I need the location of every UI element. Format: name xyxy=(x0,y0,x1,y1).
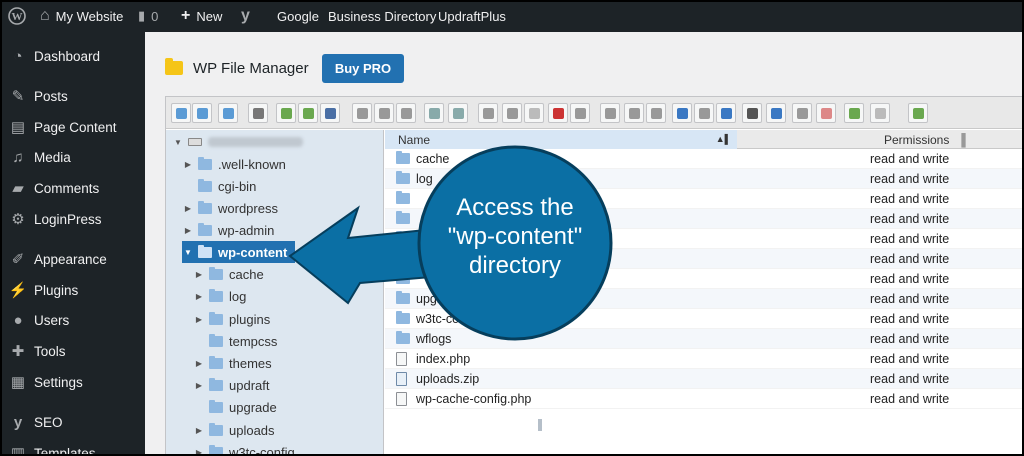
callout-text: Access the "wp-content" directory xyxy=(447,194,583,279)
